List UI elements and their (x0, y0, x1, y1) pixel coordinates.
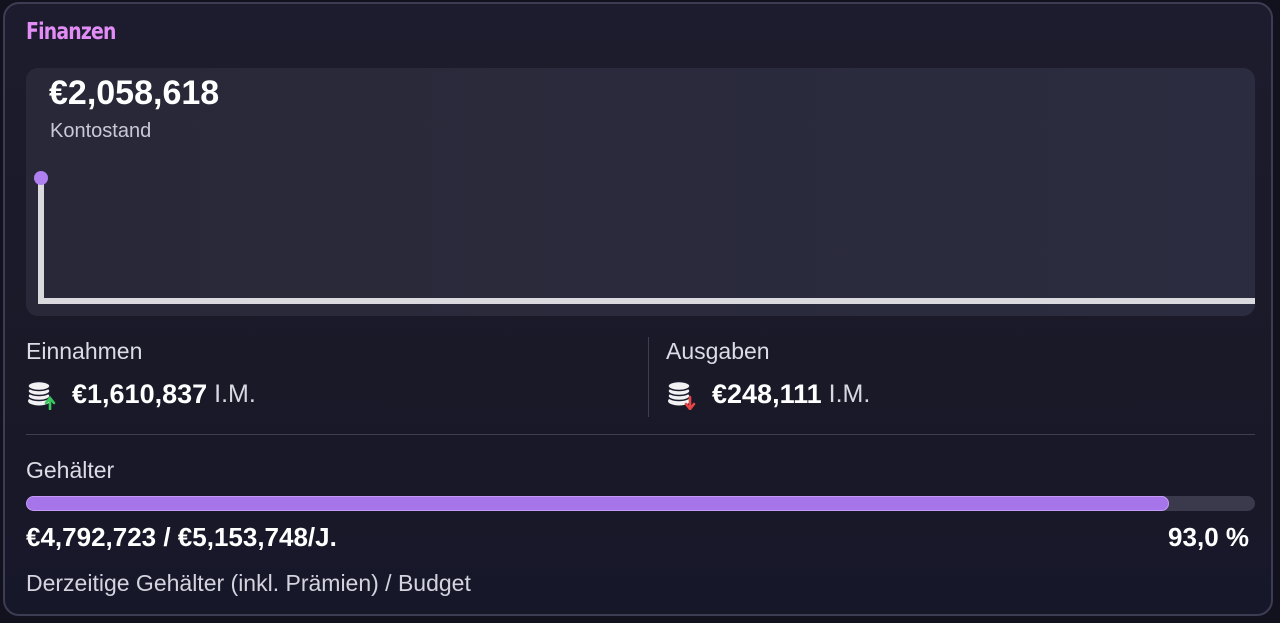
salary-progress-fill (26, 496, 1169, 511)
expenses-unit: I.M. (828, 380, 871, 408)
income-unit: I.M. (214, 380, 256, 408)
section-divider (26, 434, 1255, 435)
salary-percent: 93,0 % (1168, 522, 1249, 552)
salary-progress-bar (26, 496, 1255, 511)
balance-point (34, 171, 48, 185)
salaries-label: Gehälter (26, 457, 115, 483)
balance-value: €2,058,618 (49, 74, 220, 112)
finances-panel: Finanzen €2,058,618 Kontostand Einnahmen… (3, 2, 1273, 616)
stats-divider (648, 337, 649, 417)
expenses-stat: Ausgaben €248,111 I.M. (666, 338, 871, 411)
income-stat: Einnahmen €1,610,837 I.M. (26, 338, 256, 410)
income-value: €1,610,837 (72, 379, 208, 409)
coins-up-icon (26, 380, 56, 410)
balance-line (38, 178, 1255, 304)
balance-label: Kontostand (50, 120, 152, 142)
panel-title: Finanzen (26, 19, 116, 45)
salary-caption: Derzeitige Gehälter (inkl. Prämien) / Bu… (26, 570, 471, 596)
balance-chart-card: €2,058,618 Kontostand (26, 68, 1255, 316)
expenses-label: Ausgaben (666, 338, 770, 364)
coins-down-icon (666, 380, 696, 411)
salary-values: €4,792,723 / €5,153,748/J. (26, 522, 337, 552)
income-label: Einnahmen (26, 338, 143, 364)
expenses-value: €248,111 (712, 379, 822, 409)
